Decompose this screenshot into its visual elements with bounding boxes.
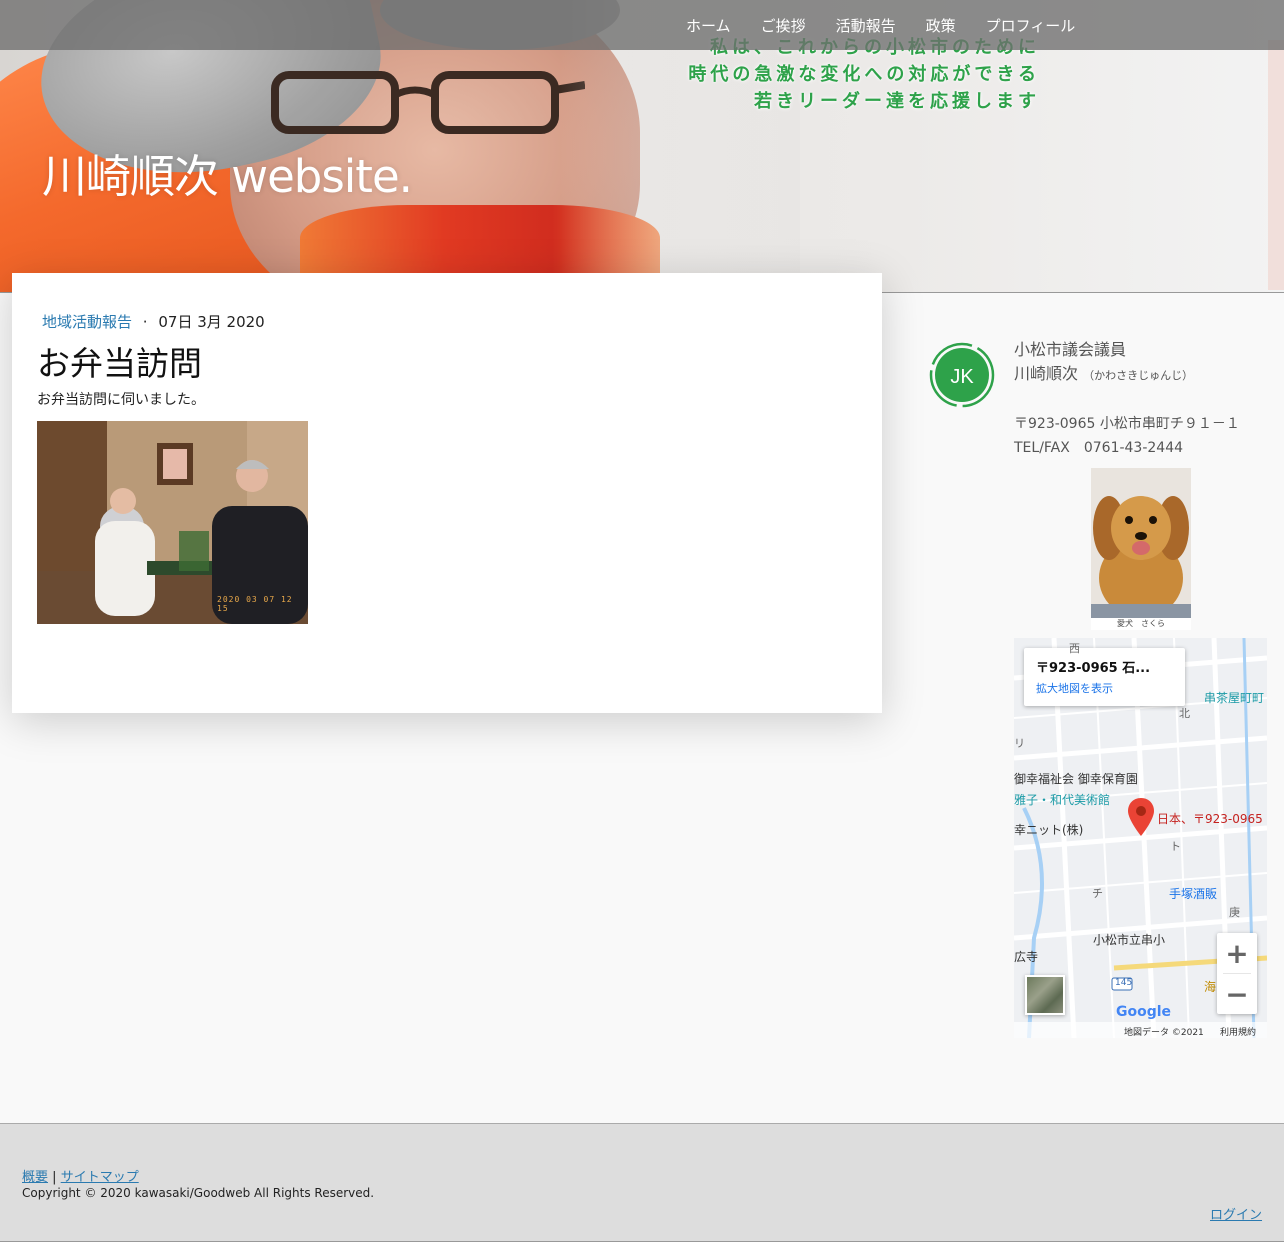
map-terms-link[interactable]: 利用規約 [1220,1025,1256,1038]
photo-illustration [37,421,308,624]
hero-right-strip [1268,40,1284,290]
login-link[interactable]: ログイン [1210,1204,1262,1223]
map-label-kita: 北 [1179,707,1190,720]
zoom-out-icon[interactable]: − [1217,974,1257,1014]
tel-fax: TEL/FAX 0761-43-2444 [1014,440,1184,456]
map-satellite-toggle[interactable] [1025,975,1065,1015]
hero-glasses [271,71,585,134]
map-label-kou: 庚 [1229,906,1240,919]
google-map[interactable]: 〒923-0965 石... 拡大地図を表示 串茶屋町町 北 リ 御幸福祉会 御… [1014,638,1267,1038]
footer-link-sitemap[interactable]: サイトマップ [61,1170,139,1185]
footer-link-overview[interactable]: 概要 [22,1170,48,1185]
map-label-museum: 雅子・和代美術館 [1014,793,1111,807]
map-label-pin: 日本、〒923-0965 [1157,812,1263,826]
post-date: 07日 3月 2020 [158,313,265,331]
footer-copyright: Copyright © 2020 kawasaki/Goodweb All Ri… [22,1186,375,1200]
post-meta: 地域活動報告 · 07日 3月 2020 [42,311,265,332]
profile-role: 小松市議会議員 [1014,340,1127,359]
map-pin-icon[interactable] [1128,798,1154,836]
logo-text: JK [950,366,974,388]
map-label-temple: 広寺 [1014,950,1039,964]
nav-activity-report[interactable]: 活動報告 [836,15,896,36]
map-zoom-control: + − [1217,933,1257,1014]
map-label-to: ト [1170,840,1181,853]
main-nav: ホーム ご挨拶 活動報告 政策 プロフィール [686,0,1105,50]
map-label-sake: 手塚酒販 [1169,887,1218,901]
map-label-sea: 海 [1204,980,1217,994]
profile-name: 川崎順次 [1014,364,1079,383]
slogan-line-2: 時代の急激な変化への対応ができる [688,64,1040,85]
google-logo: Google [1116,1004,1171,1020]
map-label-knit: 幸ニット(株) [1014,823,1084,837]
dog-photo: 愛犬 さくら [1091,468,1191,630]
slogan-line-3: 若きリーダー達を応援します [754,91,1040,112]
meta-separator: · [142,313,148,331]
map-label-fukushi: 御幸福祉会 御幸保育園 [1014,772,1138,786]
profile-name-line: 川崎順次 （かわさきじゅんじ） [1014,362,1193,388]
google-logo-text: Google [1116,1004,1172,1020]
footer-divider: | [52,1170,57,1185]
zoom-in-icon[interactable]: + [1217,933,1257,973]
top-navbar: ホーム ご挨拶 活動報告 政策 プロフィール [0,0,1284,50]
map-label-ri: リ [1014,737,1025,750]
dog-illustration [1091,468,1191,618]
site-title[interactable]: 川崎順次 website. [42,140,413,205]
map-footer: 地図データ ©2021 利用規約 [1014,1022,1267,1038]
post-card: 地域活動報告 · 07日 3月 2020 お弁当訪問 お弁当訪問に伺いました。 … [12,273,882,713]
map-route-number: 145 [1115,978,1133,988]
map-info-window: 〒923-0965 石... 拡大地図を表示 [1024,648,1185,706]
post-title: お弁当訪問 [37,344,202,383]
map-label-chi: チ [1092,887,1103,900]
nav-home[interactable]: ホーム [686,15,731,36]
site-footer: 概要 | サイトマップ Copyright © 2020 kawasaki/Go… [0,1123,1284,1242]
photo-timestamp: 2020 03 07 12 15 [217,595,293,613]
dog-caption: 愛犬 さくら [1117,619,1165,628]
nav-policy[interactable]: 政策 [926,15,956,36]
map-info-title: 〒923-0965 石... [1036,661,1151,676]
footer-links: 概要 | サイトマップ [22,1166,139,1185]
post-photo[interactable]: 2020 03 07 12 15 [37,421,308,624]
nav-profile[interactable]: プロフィール [986,15,1076,36]
map-label-nishi: 西 [1069,642,1080,655]
post-category-link[interactable]: 地域活動報告 [42,313,132,331]
map-label-chaya: 串茶屋町町 [1204,691,1265,705]
post-body: お弁当訪問に伺いました。 [37,392,205,408]
profile-kana: （かわさきじゅんじ） [1083,369,1194,382]
contact-block: 〒923-0965 小松市串町チ９１－１ TEL/FAX 0761-43-244… [1014,412,1240,460]
map-enlarge-link[interactable]: 拡大地図を表示 [1036,680,1185,696]
map-label-school: 小松市立串小 [1093,933,1166,947]
jk-logo-icon: JK [929,342,995,408]
address: 〒923-0965 小松市串町チ９１－１ [1014,416,1240,432]
nav-greeting[interactable]: ご挨拶 [761,15,806,36]
profile-block: 小松市議会議員 川崎順次 （かわさきじゅんじ） [1014,338,1193,388]
map-copyright: 地図データ ©2021 [1124,1028,1204,1038]
